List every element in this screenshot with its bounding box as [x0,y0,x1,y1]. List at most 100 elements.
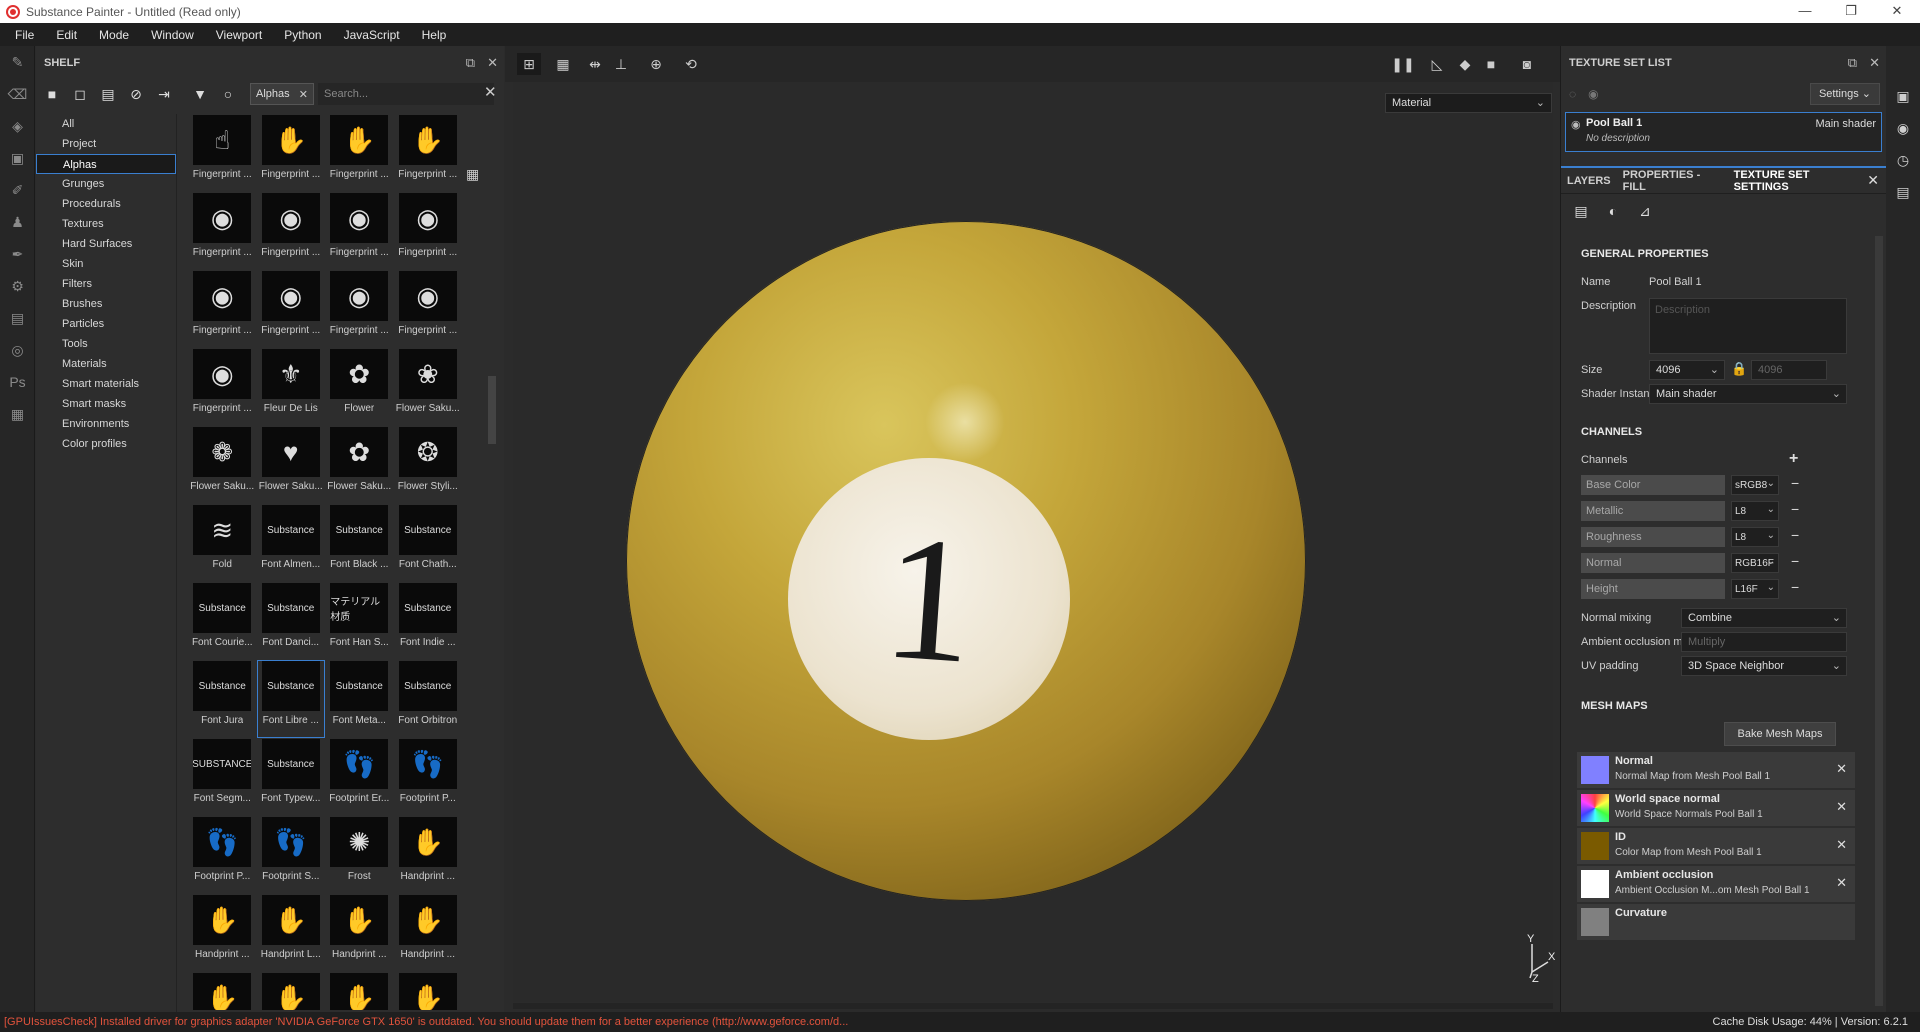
remove-mesh-map-icon[interactable]: ✕ [1836,761,1847,777]
mesh-map-item[interactable]: Normal Normal Map from Mesh Pool Ball 1 ✕ [1577,752,1855,788]
resource-item[interactable]: ❀ Flower Saku... [394,348,463,426]
geometry-mask-icon[interactable]: ▣ [0,142,35,174]
remove-mesh-map-icon[interactable]: ✕ [1836,875,1847,891]
clone-stamp-icon[interactable]: ♟ [0,206,35,238]
resource-item[interactable]: マテリアル 材质 Font Han S... [325,582,394,660]
channel-format-select[interactable]: L16F ⌄ [1731,579,1779,599]
display-settings-icon[interactable]: ◎ [0,334,35,366]
add-view-icon[interactable]: ⊕ [644,53,668,75]
2d-view-icon[interactable]: ◺ [1425,53,1449,75]
uv-padding-select[interactable]: 3D Space Neighbor ⌄ [1681,656,1847,676]
new-file-icon[interactable]: ◻ [66,82,94,106]
shader-instance-select[interactable]: Main shader ⌄ [1649,384,1847,404]
remove-channel-icon[interactable]: − [1791,475,1799,491]
symmetry-icon[interactable]: ⇹ [583,53,607,75]
texture-set-item[interactable]: ◉ Pool Ball 1 Main shader No description [1565,112,1882,152]
3d-view-icon[interactable]: ◆ [1453,53,1477,75]
resource-item[interactable]: ◉ Fingerprint ... [394,192,463,270]
properties-scrollbar[interactable] [1875,236,1883,1006]
remove-filter-icon[interactable]: ✕ [299,88,308,101]
tile-view-icon[interactable]: ▦ [551,53,575,75]
resource-item[interactable]: ✋ Handprint ... [394,816,463,894]
resource-item[interactable]: ✋ Fingerprint ... [394,114,463,192]
lock-icon[interactable]: 🔒 [1731,361,1747,377]
channel-format-select[interactable]: sRGB8 ⌄ [1731,475,1779,495]
bake-icon[interactable]: ▤ [0,302,35,334]
category-item[interactable]: Procedurals [36,194,176,214]
resource-item[interactable]: ✺ Frost [325,816,394,894]
category-item[interactable]: Filters [36,274,176,294]
category-item[interactable]: Materials [36,354,176,374]
channel-name[interactable]: Normal [1581,553,1725,573]
menu-file[interactable]: File [4,28,45,42]
size-linked-field[interactable]: 4096 [1751,360,1827,380]
resource-item[interactable]: ◉ Fingerprint ... [188,192,257,270]
close-icon[interactable]: ✕ [487,55,498,71]
close-button[interactable]: ✕ [1874,0,1920,23]
tab-texture-set-settings[interactable]: TEXTURE SET SETTINGS [1728,169,1868,193]
name-value[interactable]: Pool Ball 1 [1649,276,1702,288]
resource-item[interactable]: ✋ Fingerprint ... [325,114,394,192]
remove-mesh-map-icon[interactable]: ✕ [1836,837,1847,853]
category-item[interactable]: Color profiles [36,434,176,454]
mesh-map-item[interactable]: Curvature [1577,904,1855,940]
category-item[interactable]: Brushes [36,294,176,314]
single-view-icon[interactable]: ⊞ [517,53,541,75]
material-sphere-icon[interactable]: ◐ [1597,194,1629,228]
size-select[interactable]: 4096 ⌄ [1649,360,1725,380]
menu-window[interactable]: Window [140,28,205,42]
channel-name[interactable]: Height [1581,579,1725,599]
channel-format-select[interactable]: L8 ⌄ [1731,501,1779,521]
settings-dropdown[interactable]: Settings ⌄ [1809,83,1880,105]
bake-mesh-maps-button[interactable]: Bake Mesh Maps [1724,722,1836,746]
resource-item[interactable]: ✿ Flower Saku... [325,426,394,504]
resource-item[interactable]: ◉ Fingerprint ... [325,192,394,270]
mesh-map-item[interactable]: World space normal World Space Normals Po… [1577,790,1855,826]
add-channel-icon[interactable]: + [1789,450,1798,468]
resource-item[interactable]: Substance Font Jura [188,660,257,738]
resource-item[interactable]: ✋ Handprint ... [325,894,394,972]
resource-item[interactable]: Substance Font Libre ... [256,660,325,738]
resource-item[interactable]: Substance Font Black ... [325,504,394,582]
menu-mode[interactable]: Mode [88,28,140,42]
history-icon[interactable]: ◷ [1886,144,1920,176]
gear-icon[interactable]: ⚙ [0,270,35,302]
visibility-off-icon[interactable]: ◌ [1569,87,1576,101]
resource-item[interactable]: ✋ [325,972,394,1010]
mesh-map-swatch[interactable] [1581,794,1609,822]
resource-item[interactable]: ⚜ Fleur De Lis [257,348,326,426]
projection-icon[interactable]: ◈ [0,110,35,142]
remove-mesh-map-icon[interactable]: ✕ [1836,799,1847,815]
normal-mixing-select[interactable]: Combine ⌄ [1681,608,1847,628]
resource-item[interactable]: 👣 Footprint S... [257,816,326,894]
resource-item[interactable]: 👣 Footprint P... [188,816,257,894]
3d-viewport[interactable]: Material ⌄ 1 Y X Z [505,82,1560,1012]
remove-channel-icon[interactable]: − [1791,501,1799,517]
mesh-map-swatch[interactable] [1581,832,1609,860]
remove-channel-icon[interactable]: − [1791,527,1799,543]
eye-icon[interactable]: ◉ [1571,118,1581,131]
mesh-map-swatch[interactable] [1581,908,1609,936]
resource-item[interactable]: Substance Font Orbitron [394,660,463,738]
close-icon[interactable]: ✕ [1869,55,1880,71]
resource-item[interactable]: ✋ Handprint L... [257,894,326,972]
circle-filter-icon[interactable]: ○ [214,82,242,106]
resource-item[interactable]: ❁ Flower Saku... [188,426,257,504]
resource-item[interactable]: Substance Font Courie... [188,582,257,660]
resource-item[interactable]: Substance Font Danci... [257,582,326,660]
resource-item[interactable]: ◉ Fingerprint ... [257,192,326,270]
category-item[interactable]: Smart materials [36,374,176,394]
ao-mixing-field[interactable]: Multiply [1681,632,1847,652]
channel-name[interactable]: Roughness [1581,527,1725,547]
resource-item[interactable]: ☝ Fingerprint ... [188,114,257,192]
resource-item[interactable]: Substance Font Indie ... [394,582,463,660]
category-item[interactable]: Particles [36,314,176,334]
document-icon[interactable]: ▤ [1886,176,1920,208]
menu-edit[interactable]: Edit [45,28,88,42]
resource-item[interactable]: ≋ Fold [188,504,257,582]
close-icon[interactable]: ✕ [1867,172,1879,189]
undock-icon[interactable]: ⧉ [466,55,475,71]
display-icon[interactable]: ▣ [1886,80,1920,112]
scrollbar-thumb[interactable] [1875,236,1883,1006]
mesh-map-item[interactable]: Ambient occlusion Ambient Occlusion M...o… [1577,866,1855,902]
